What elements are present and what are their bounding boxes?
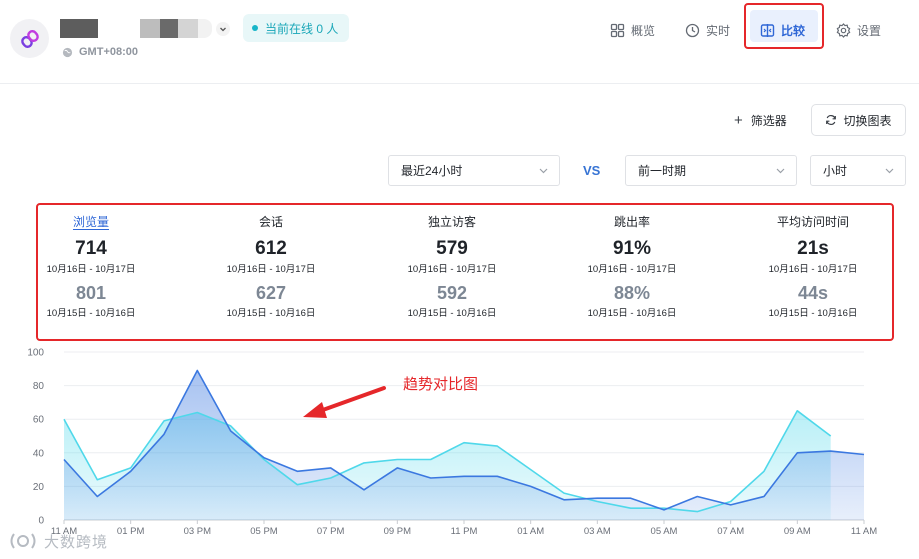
refresh-icon <box>826 114 837 126</box>
grid-icon <box>610 23 625 37</box>
filter-button[interactable]: + 筛选器 <box>734 108 787 132</box>
x-tick-label: 01 PM <box>117 526 145 537</box>
chevron-down-icon <box>776 168 785 174</box>
online-dot-icon <box>252 25 258 31</box>
y-tick-label: 0 <box>38 516 44 527</box>
switch-chart-label: 切换图表 <box>843 113 892 128</box>
link-logo-icon <box>20 29 39 48</box>
nav-tab-overview[interactable]: 概览 <box>610 18 655 42</box>
x-tick-label: 09 PM <box>384 526 412 537</box>
nav-tab-settings[interactable]: 设置 <box>836 18 881 42</box>
online-badge: 当前在线 0 人 <box>243 14 350 42</box>
metric-bounce-rate[interactable]: 跳出率 91% 10月16日 - 10月17日 88% 10月15日 - 10月… <box>557 214 707 320</box>
y-tick-label: 40 <box>33 448 45 459</box>
x-tick-label: 09 AM <box>784 526 811 537</box>
online-count: 当前在线 0 人 <box>265 21 339 36</box>
clock-icon <box>685 23 700 37</box>
annotation-arrowhead <box>303 402 327 418</box>
x-tick-label: 03 AM <box>584 526 611 537</box>
plus-icon: + <box>734 111 743 129</box>
nav-tab-settings-label: 设置 <box>857 23 882 38</box>
x-tick-label: 07 AM <box>717 526 744 537</box>
chevron-down-icon <box>885 168 894 174</box>
nav-tab-realtime[interactable]: 实时 <box>685 18 730 42</box>
metric-previous-range: 10月15日 - 10月16日 <box>587 308 677 319</box>
compare-icon <box>760 23 775 37</box>
metric-current-value: 612 <box>255 238 287 259</box>
x-tick-label: 01 AM <box>517 526 544 537</box>
metric-name[interactable]: 独立访客 <box>377 214 527 230</box>
metric-current-range: 10月16日 - 10月17日 <box>226 264 316 275</box>
x-tick-label: 05 AM <box>651 526 678 537</box>
site-name-redacted[interactable] <box>60 19 230 38</box>
trend-annotation: 趋势对比图 <box>403 376 479 393</box>
x-tick-label: 03 PM <box>184 526 212 537</box>
metric-previous-value: 627 <box>255 283 287 303</box>
switch-chart-button[interactable]: 切换图表 <box>811 104 906 136</box>
y-tick-label: 100 <box>27 348 44 359</box>
x-tick-label: 07 PM <box>317 526 345 537</box>
nav-tab-compare[interactable]: 比较 <box>760 18 805 42</box>
watermark-logo-icon <box>10 533 36 549</box>
granularity-value: 小时 <box>823 164 848 178</box>
metric-name[interactable]: 会话 <box>196 214 346 230</box>
nav-tab-compare-label: 比较 <box>781 23 806 38</box>
metric-sessions[interactable]: 会话 612 10月16日 - 10月17日 627 10月15日 - 10月1… <box>196 214 346 320</box>
metric-avg-visit-time[interactable]: 平均访问时间 21s 10月16日 - 10月17日 44s 10月15日 - … <box>738 214 888 320</box>
metric-current-value: 714 <box>75 238 107 259</box>
metric-name[interactable]: 跳出率 <box>557 214 707 230</box>
filter-label: 筛选器 <box>750 113 787 128</box>
metric-current-range: 10月16日 - 10月17日 <box>407 264 497 275</box>
metric-current-range: 10月16日 - 10月17日 <box>587 264 677 275</box>
watermark: 大数跨境 <box>8 530 108 552</box>
metric-current-value: 91% <box>612 238 652 259</box>
nav-tab-overview-label: 概览 <box>631 23 656 38</box>
granularity-select[interactable]: 小时 <box>810 155 906 186</box>
y-tick-label: 20 <box>33 482 45 493</box>
site-logo[interactable] <box>10 19 49 58</box>
metric-current-value: 579 <box>436 238 468 259</box>
metric-previous-range: 10月15日 - 10月16日 <box>46 308 136 319</box>
metric-name[interactable]: 浏览量 <box>16 214 166 230</box>
metric-name[interactable]: 平均访问时间 <box>738 214 888 230</box>
chevron-down-icon[interactable] <box>216 21 230 36</box>
date-range-select[interactable]: 最近24小时 <box>388 155 560 186</box>
metric-previous-value: 44s <box>797 283 829 303</box>
metric-previous-value: 88% <box>613 283 651 303</box>
metric-previous-value: 801 <box>75 283 107 303</box>
y-tick-label: 60 <box>33 415 45 426</box>
compare-period-value: 前一时期 <box>638 164 687 178</box>
nav-tab-realtime-label: 实时 <box>706 23 731 38</box>
metric-previous-value: 592 <box>436 283 468 303</box>
y-tick-label: 80 <box>33 381 45 392</box>
metric-previous-range: 10月15日 - 10月16日 <box>768 308 858 319</box>
metric-pageviews[interactable]: 浏览量 714 10月16日 - 10月17日 801 10月15日 - 10月… <box>16 214 166 320</box>
date-range-value: 最近24小时 <box>401 164 463 178</box>
x-tick-label: 11 PM <box>451 526 478 537</box>
metric-previous-range: 10月15日 - 10月16日 <box>407 308 497 319</box>
chevron-down-icon <box>539 168 548 174</box>
annotation-arrow <box>318 386 386 413</box>
watermark-text: 大数跨境 <box>44 533 109 551</box>
header: GMT+08:00 当前在线 0 人 概览 实时 比较 设置 <box>0 0 919 84</box>
metric-current-range: 10月16日 - 10月17日 <box>768 264 858 275</box>
globe-icon <box>62 47 73 57</box>
gear-icon <box>836 22 851 38</box>
timezone: GMT+08:00 <box>62 46 138 58</box>
metric-unique-visitors[interactable]: 独立访客 579 10月16日 - 10月17日 592 10月15日 - 10… <box>377 214 527 320</box>
metric-current-range: 10月16日 - 10月17日 <box>46 264 136 275</box>
metric-current-value: 21s <box>797 238 829 259</box>
metric-previous-range: 10月15日 - 10月16日 <box>226 308 316 319</box>
compare-period-select[interactable]: 前一时期 <box>625 155 797 186</box>
x-tick-label: 11 AM <box>851 526 877 537</box>
vs-label: VS <box>583 163 601 178</box>
x-tick-label: 05 PM <box>250 526 278 537</box>
timezone-label: GMT+08:00 <box>79 46 138 58</box>
